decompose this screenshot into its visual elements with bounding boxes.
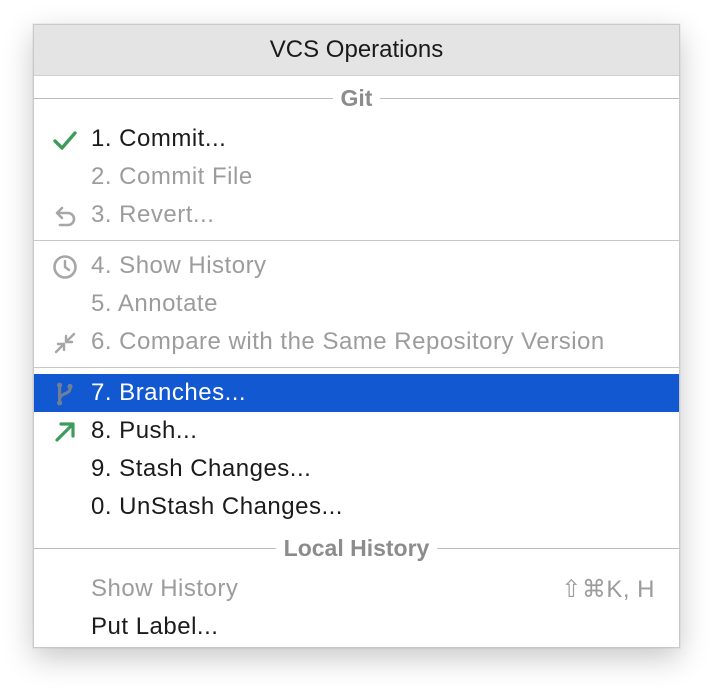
menu-item-stash-changes[interactable]: 9. Stash Changes... <box>34 450 679 488</box>
revert-icon <box>52 203 78 229</box>
branch-icon <box>52 381 78 407</box>
menu-item-label: Show History <box>91 575 239 602</box>
menu-item-label: 8. Push... <box>91 417 198 444</box>
group-label-local-history: Local History <box>275 526 438 570</box>
group-separator-git: Git <box>34 76 679 120</box>
popup-title: VCS Operations <box>34 25 679 76</box>
group-label-git: Git <box>332 76 381 120</box>
menu-item-show-history[interactable]: 4. Show History <box>34 247 679 285</box>
menu-item-label: Put Label... <box>91 613 219 640</box>
menu-item-label: 1. Commit... <box>91 125 227 152</box>
menu-divider <box>34 240 679 241</box>
keyboard-shortcut: ⇧⌘K, H <box>561 575 655 603</box>
menu-item-unstash-changes[interactable]: 0. UnStash Changes... <box>34 488 679 526</box>
menu-item-label: 0. UnStash Changes... <box>91 493 343 520</box>
menu-item-annotate[interactable]: 5. Annotate <box>34 285 679 323</box>
menu-item-local-show-history[interactable]: Show History ⇧⌘K, H <box>34 570 679 608</box>
menu-item-commit[interactable]: 1. Commit... <box>34 120 679 158</box>
push-arrow-icon <box>52 419 78 445</box>
menu-item-revert[interactable]: 3. Revert... <box>34 196 679 234</box>
menu-item-label: 6. Compare with the Same Repository Vers… <box>91 328 605 355</box>
menu-item-put-label[interactable]: Put Label... <box>34 608 679 646</box>
menu-item-label: 4. Show History <box>91 252 267 279</box>
clock-icon <box>52 254 78 280</box>
menu-item-label: 2. Commit File <box>91 163 253 190</box>
menu-item-push[interactable]: 8. Push... <box>34 412 679 450</box>
vcs-operations-popup: VCS Operations Git 1. Commit... 2. Commi… <box>33 24 680 648</box>
check-icon <box>52 127 78 153</box>
group-separator-local-history: Local History <box>34 526 679 570</box>
menu-divider <box>34 367 679 368</box>
menu-item-label: 3. Revert... <box>91 201 215 228</box>
menu-item-label: 9. Stash Changes... <box>91 455 312 482</box>
compare-icon <box>52 330 78 356</box>
menu-item-compare-repository-version[interactable]: 6. Compare with the Same Repository Vers… <box>34 323 679 361</box>
menu-item-branches[interactable]: 7. Branches... <box>34 374 679 412</box>
menu-item-label: 5. Annotate <box>91 290 218 317</box>
menu-item-commit-file[interactable]: 2. Commit File <box>34 158 679 196</box>
menu-item-label: 7. Branches... <box>91 379 247 406</box>
